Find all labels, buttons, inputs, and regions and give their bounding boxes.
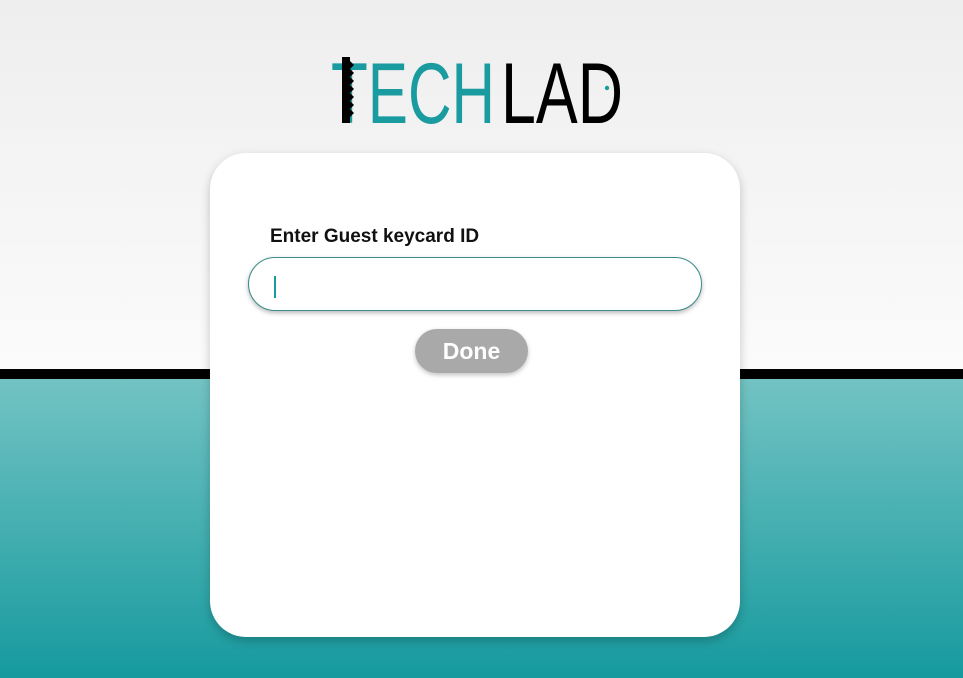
logo-text-lad: LAD [501, 47, 623, 127]
login-page: TECH LAD Enter Guest keycard ID Done [0, 0, 963, 678]
techlad-logo: TECH LAD [331, 47, 623, 127]
door-handle-icon [604, 85, 610, 91]
keycard-card: Enter Guest keycard ID Done [210, 153, 740, 637]
text-cursor [274, 276, 276, 298]
keycard-id-input[interactable] [248, 257, 702, 311]
logo-text-tech: TECH [331, 47, 495, 127]
keycard-id-label: Enter Guest keycard ID [270, 226, 480, 247]
done-button[interactable]: Done [415, 329, 528, 373]
